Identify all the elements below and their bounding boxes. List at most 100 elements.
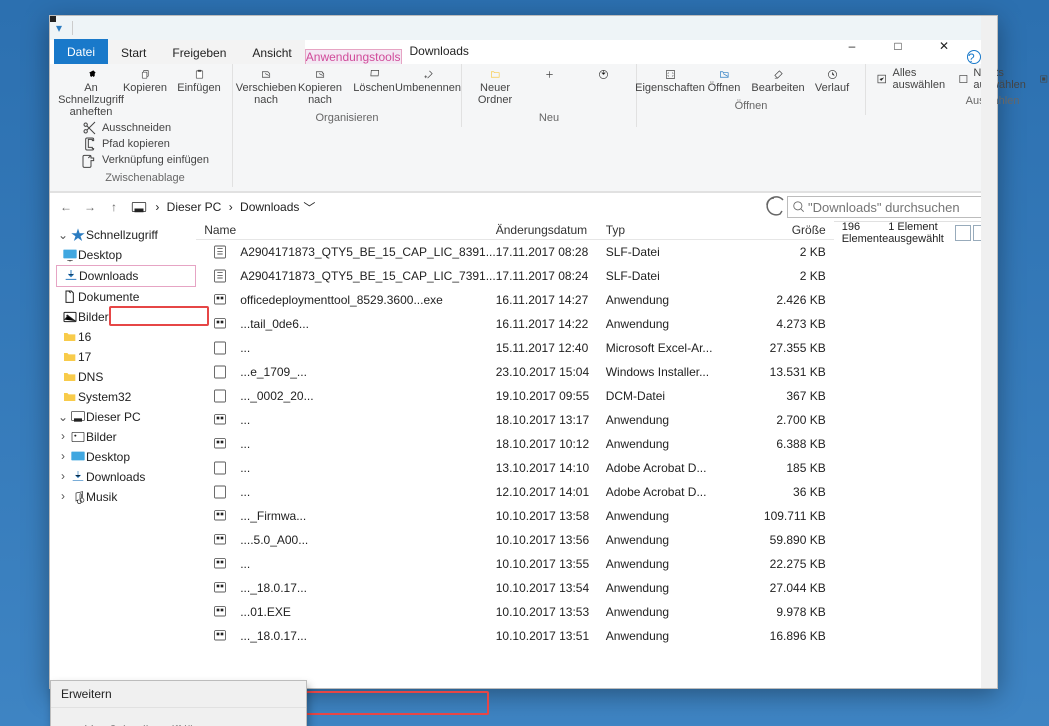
view-details-icon[interactable] [955, 225, 971, 241]
quick-access-header[interactable]: Schnellzugriff [56, 225, 196, 245]
context-tab-manage[interactable]: Anwendungstools [305, 49, 402, 64]
cut-icon [81, 120, 97, 136]
thispc-downloads[interactable]: Downloads [56, 467, 196, 487]
title-caption: Downloads [402, 33, 830, 64]
quick-item-documents[interactable]: Dokumente [56, 287, 196, 307]
downloads-icon [63, 268, 79, 284]
quick-item-dns[interactable]: DNS [56, 367, 196, 387]
search-icon [792, 200, 806, 214]
pin-icon [86, 69, 97, 80]
qat-down-arrow[interactable]: ▾ [50, 21, 68, 35]
file-size: 6.388 KB [736, 437, 826, 451]
quick-twisty[interactable] [56, 228, 70, 242]
newfolder-button[interactable]: Neuer Ordner [468, 67, 522, 108]
thispc-header[interactable]: Dieser PC [56, 407, 196, 427]
table-row: A2904171873_QTY5_BE_15_CAP_LIC_8391... 1… [196, 240, 834, 264]
pc-desktop-twisty[interactable] [56, 450, 70, 464]
history-button[interactable]: Verlauf [805, 67, 859, 96]
quick-item-17[interactable]: 17 [56, 347, 196, 367]
col-header-type[interactable]: Typ [606, 223, 736, 237]
crumbs-caret[interactable]: ﹀ [303, 199, 315, 216]
thispc-music[interactable]: Musik [56, 487, 196, 507]
thispc-pictures[interactable]: Bilder [56, 427, 196, 447]
group-label-clipboard: Zwischenablage [105, 172, 185, 184]
selall-inline[interactable]: Alles auswählen [872, 67, 954, 91]
file-rows: A2904171873_QTY5_BE_15_CAP_LIC_8391... 1… [196, 240, 834, 648]
quick-item-pictures[interactable]: Bilder [56, 307, 196, 327]
quick-item-system32[interactable]: System32 [56, 387, 196, 407]
music-icon [70, 489, 86, 505]
easyaccess-icon [598, 69, 609, 80]
shortcut-icon [81, 152, 97, 168]
cut-inline[interactable]: Ausschneiden [77, 120, 213, 136]
ctx-erweitern[interactable]: Erweitern [51, 683, 306, 705]
quick-item-desktop[interactable]: Desktop [56, 245, 196, 265]
invsel-inline[interactable]: Auswahl umkehren [1035, 67, 1049, 91]
ctx-loesen[interactable] [51, 710, 306, 718]
help-icon[interactable]: ? [967, 50, 981, 64]
properties-button[interactable]: Eigenschaften [643, 67, 697, 96]
tab-file[interactable]: Datei [54, 39, 108, 64]
selall-icon [876, 71, 887, 87]
refresh-button[interactable] [763, 194, 787, 221]
col-header-date[interactable]: Änderungsdatum [496, 223, 606, 237]
file-size: 2.426 KB [736, 293, 826, 307]
quick-item-downloads[interactable]: Downloads [56, 265, 196, 287]
file-icon [204, 602, 236, 622]
copy-button[interactable]: Kopieren [118, 67, 172, 120]
file-size: 4.273 KB [736, 317, 826, 331]
search-input[interactable] [806, 199, 992, 216]
shortcut-inline[interactable]: Verknüpfung einfügen [77, 152, 213, 168]
table-row: ... 15.11.2017 12:40 Microsoft Excel-Ar.… [196, 336, 834, 360]
pin-button[interactable]: An Schnellzugriff anheften [64, 67, 118, 120]
pc-downloads-twisty[interactable] [56, 470, 70, 484]
thispc-desktop[interactable]: Desktop [56, 447, 196, 467]
forward-button[interactable]: → [78, 200, 102, 214]
col-header-size[interactable]: Größe [736, 223, 826, 237]
table-row: ... 12.10.2017 14:01 Adobe Acrobat D... … [196, 480, 834, 504]
easyaccess-button[interactable] [576, 67, 630, 108]
up-button[interactable]: ↑ [102, 200, 126, 214]
maximize-button[interactable]: □ [875, 39, 921, 64]
file-icon [204, 434, 236, 454]
tab-view[interactable]: Ansicht [239, 40, 304, 64]
tab-share[interactable]: Freigeben [159, 40, 239, 64]
file-date: 16.11.2017 14:22 [496, 317, 606, 331]
rename-button[interactable]: Umbenennen [401, 67, 455, 108]
file-size: 22.275 KB [736, 557, 826, 571]
moveto-button[interactable]: Verschieben nach [239, 67, 293, 108]
paste-button[interactable]: Einfügen [172, 67, 226, 120]
edit-button[interactable]: Bearbeiten [751, 67, 805, 96]
breadcrumbs[interactable]: › Dieser PC › Downloads ﹀ [126, 198, 763, 216]
open-button[interactable]: Öffnen [697, 67, 751, 96]
table-row: ...01.EXE 10.10.2017 13:53 Anwendung 9.9… [196, 600, 834, 624]
ctx-grepwin[interactable]: Von Schnellzugriff lösen [51, 718, 306, 726]
close-button[interactable]: ✕ [921, 39, 967, 64]
pc-pictures-twisty[interactable] [56, 430, 70, 444]
file-icon [204, 482, 236, 502]
file-name: ..._18.0.17... [240, 629, 496, 643]
table-row: officedeploymenttool_8529.3600...exe 16.… [196, 288, 834, 312]
scroll-track[interactable] [981, 16, 997, 688]
quick-item-16[interactable]: 16 [56, 327, 196, 347]
search-box[interactable] [787, 196, 993, 218]
pc-music-twisty[interactable] [56, 490, 70, 504]
file-type: Anwendung [606, 533, 736, 547]
file-type: Anwendung [606, 509, 736, 523]
tab-start[interactable]: Start [108, 40, 159, 64]
file-type: Anwendung [606, 437, 736, 451]
file-icon [204, 386, 236, 406]
copyto-button[interactable]: Kopieren nach [293, 67, 347, 108]
file-icon [204, 266, 236, 286]
file-icon [204, 362, 236, 382]
thispc-twisty[interactable] [56, 410, 70, 424]
delete-icon [369, 69, 380, 80]
table-row: ... 13.10.2017 14:10 Adobe Acrobat D... … [196, 456, 834, 480]
file-name: ... [240, 557, 496, 571]
copypath-inline[interactable]: Pfad kopieren [77, 136, 213, 152]
minimize-button[interactable]: – [829, 39, 875, 64]
col-header-name[interactable]: Name [204, 223, 496, 237]
back-button[interactable]: ← [54, 200, 78, 214]
delete-button[interactable]: Löschen [347, 67, 401, 108]
newitem-button[interactable] [522, 67, 576, 108]
